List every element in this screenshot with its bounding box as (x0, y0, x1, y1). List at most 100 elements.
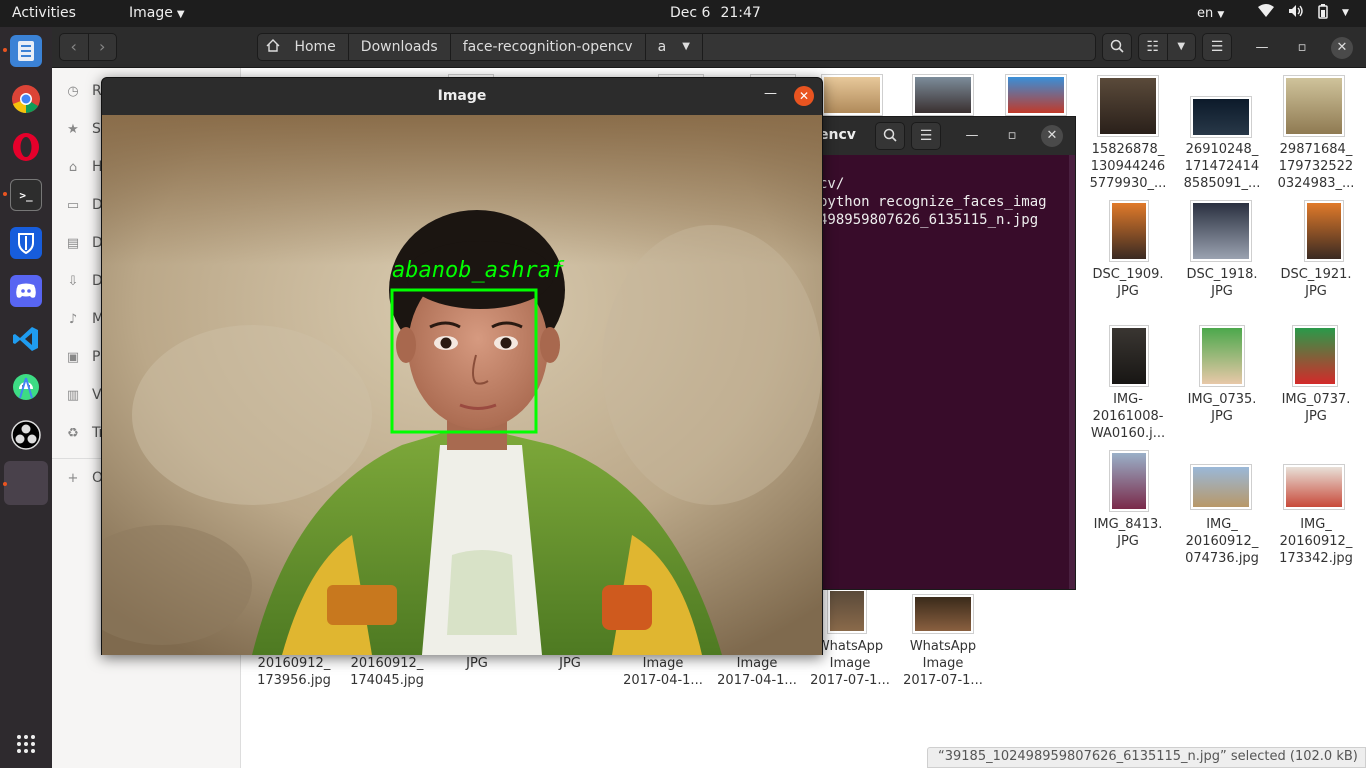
file-thumbnail[interactable] (1097, 75, 1159, 137)
file-name[interactable]: IMG_ 20160912_ 173342.jpg (1268, 516, 1364, 567)
file-thumbnail[interactable] (1292, 325, 1338, 387)
file-name[interactable]: JPG (522, 655, 618, 672)
file-manager-header: ‹ › Home Downloads face-recognition-open… (52, 27, 1366, 68)
path-segment-label: a (657, 39, 667, 55)
file-thumbnail[interactable] (1283, 464, 1345, 510)
chevron-down-icon: ▼ (1217, 10, 1225, 20)
terminal-output[interactable]: cv/python recognize_faces_imag 4989598076… (819, 175, 1047, 229)
file-thumbnail[interactable] (1190, 96, 1252, 138)
terminal-icon[interactable]: >_ (10, 179, 42, 211)
file-thumbnail[interactable] (827, 588, 867, 634)
path-segment-home[interactable]: Home (258, 34, 349, 60)
file-name[interactable]: IMG_ 20160912_ 074736.jpg (1174, 516, 1270, 567)
file-thumbnail[interactable] (1304, 200, 1344, 262)
app-menu[interactable]: Image ▼ (129, 5, 185, 21)
bitwarden-icon[interactable] (10, 227, 42, 259)
sidebar-item-music[interactable]: ♪ M (66, 311, 104, 327)
sidebar-item-home[interactable]: ⌂ H (66, 159, 103, 175)
close-button[interactable]: ✕ (1331, 37, 1353, 59)
file-name[interactable]: 20160912_ 173956.jpg (246, 655, 342, 689)
view-toggle-button[interactable]: ☷ ▼ (1138, 33, 1196, 61)
file-thumbnail[interactable] (1109, 450, 1149, 512)
sidebar-item-pictures[interactable]: ▣ Pi (66, 349, 104, 365)
menu-button[interactable]: ☰ (1202, 33, 1232, 61)
file-name[interactable]: Image 2017-04-1... (709, 655, 805, 689)
discord-icon[interactable] (10, 275, 42, 307)
file-name[interactable]: 26910248_ 171472414 8585091_... (1174, 141, 1270, 192)
image-window-header[interactable]: Image — ✕ (102, 78, 822, 115)
clock-date: Dec 6 (670, 5, 711, 21)
back-button[interactable]: ‹ (60, 34, 88, 60)
vscode-icon[interactable] (10, 323, 42, 355)
file-name[interactable]: IMG_0737. JPG (1268, 391, 1364, 425)
file-name[interactable]: IMG- 20161008- WA0160.j... (1080, 391, 1176, 442)
file-thumbnail[interactable] (912, 74, 974, 116)
terminal-title: encv (819, 127, 856, 143)
wifi-icon (1258, 4, 1274, 23)
close-button[interactable]: ✕ (794, 86, 814, 106)
system-tray[interactable]: ▼ (1258, 4, 1349, 23)
file-thumbnail[interactable] (1005, 74, 1067, 116)
files-icon[interactable] (10, 35, 42, 67)
sidebar-item-videos[interactable]: ▥ Vi (66, 387, 105, 403)
path-segment-downloads[interactable]: Downloads (349, 34, 451, 60)
file-thumbnail[interactable] (1199, 325, 1245, 387)
image-viewer-icon[interactable] (4, 461, 48, 505)
file-name[interactable]: 15826878_ 130944246 5779930_... (1080, 141, 1176, 192)
file-name[interactable]: 29871684_ 179732522 0324983_... (1268, 141, 1364, 192)
android-studio-icon[interactable] (10, 371, 42, 403)
file-thumbnail[interactable] (1109, 200, 1149, 262)
file-name[interactable]: DSC_1909. JPG (1080, 266, 1176, 300)
opera-icon[interactable] (10, 131, 42, 163)
chevron-down-icon: ▼ (1342, 8, 1349, 18)
minimize-button[interactable]: — (1251, 37, 1273, 59)
file-name[interactable]: DSC_1918. JPG (1174, 266, 1270, 300)
minimize-button[interactable]: — (961, 125, 983, 147)
battery-icon (1318, 4, 1328, 23)
sidebar-item-other-locations[interactable]: + O (66, 470, 103, 486)
file-thumbnail[interactable] (1109, 325, 1149, 387)
obs-icon[interactable] (10, 419, 42, 451)
terminal-header: encv ☰ — ▫ ✕ (813, 117, 1075, 155)
maximize-button[interactable]: ▫ (1001, 125, 1023, 147)
clock[interactable]: Dec 6 21:47 (670, 5, 771, 21)
file-thumbnail[interactable] (1190, 464, 1252, 510)
running-indicator (3, 48, 7, 52)
file-name[interactable]: Image 2017-04-1... (615, 655, 711, 689)
hamburger-icon: ☰ (919, 128, 933, 144)
forward-button[interactable]: › (87, 34, 117, 60)
face-name-label: abanob_ashraf (392, 258, 565, 283)
chrome-icon[interactable] (10, 83, 42, 115)
dock: >_ (0, 27, 52, 768)
file-name[interactable]: WhatsApp Image 2017-07-1... (895, 638, 991, 689)
file-name[interactable]: IMG_0735. JPG (1174, 391, 1270, 425)
file-name[interactable]: JPG (429, 655, 525, 672)
chevron-down-icon: ▼ (682, 41, 690, 52)
file-thumbnail[interactable] (912, 594, 974, 634)
terminal-menu-button[interactable]: ☰ (911, 122, 941, 150)
file-thumbnail[interactable] (821, 74, 883, 116)
minimize-button[interactable]: — (764, 86, 777, 101)
desktop-icon: ▭ (66, 197, 80, 213)
home-icon: ⌂ (68, 159, 78, 175)
terminal-search-button[interactable] (875, 122, 905, 150)
search-button[interactable] (1102, 33, 1132, 61)
activities-button[interactable]: Activities (12, 5, 76, 21)
file-thumbnail[interactable] (1283, 75, 1345, 137)
chevron-down-icon: ▼ (176, 9, 185, 20)
sidebar-item-trash[interactable]: ♻ Tr (66, 425, 104, 441)
terminal-scrollbar[interactable] (1069, 155, 1075, 589)
file-name[interactable]: DSC_1921. JPG (1268, 266, 1364, 300)
navigation-buttons: ‹ › (59, 33, 117, 61)
path-segment-current[interactable]: a ▼ (646, 34, 703, 60)
close-button[interactable]: ✕ (1041, 125, 1063, 147)
document-icon: ▤ (66, 235, 80, 251)
app-menu-label: Image (129, 5, 173, 21)
file-name[interactable]: IMG_8413. JPG (1080, 516, 1176, 550)
path-segment-project[interactable]: face-recognition-opencv (451, 34, 646, 60)
maximize-button[interactable]: ▫ (1291, 37, 1313, 59)
language-indicator[interactable]: en ▼ (1197, 6, 1224, 21)
show-apps-icon[interactable] (10, 728, 42, 760)
file-thumbnail[interactable] (1190, 200, 1252, 262)
file-name[interactable]: 20160912_ 174045.jpg (339, 655, 435, 689)
